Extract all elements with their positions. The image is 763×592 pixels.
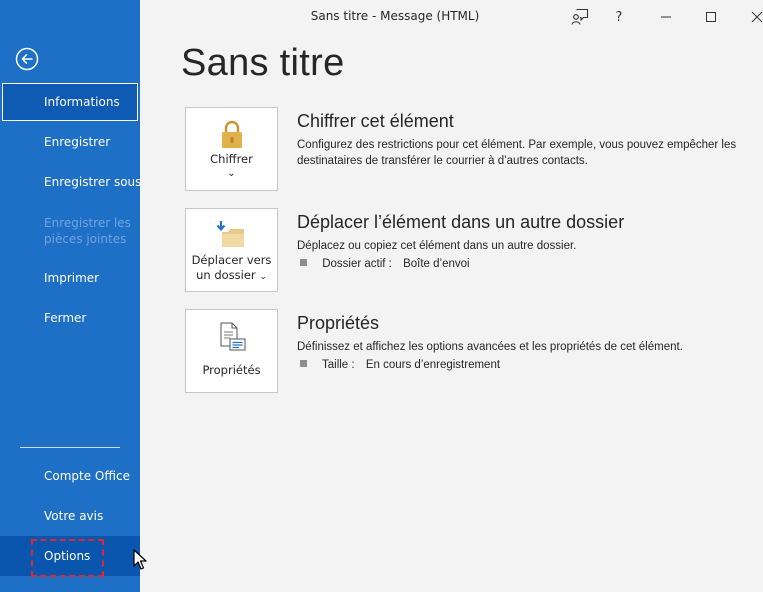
- sidebar-item-label: Votre avis: [44, 509, 104, 523]
- maximize-button[interactable]: [699, 5, 723, 29]
- size-value: En cours d’enregistrement: [365, 359, 501, 371]
- close-icon: [751, 11, 763, 23]
- sidebar-item-label: Enregistrer: [44, 135, 111, 149]
- sidebar-item-label: Compte Office: [44, 469, 130, 483]
- move-to-folder-button[interactable]: Déplacer vers un dossier ⌄: [185, 208, 278, 292]
- sidebar-item-enregistrer-pieces-jointes: Enregistrer les pièces jointes: [0, 207, 140, 255]
- person-comment-icon: [571, 8, 589, 25]
- encrypt-section-description: Configurez des restrictions pour cet élé…: [297, 139, 737, 167]
- move-button-label-line1: Déplacer vers: [191, 253, 272, 267]
- sidebar-item-options[interactable]: Options: [0, 536, 140, 576]
- properties-section-description: Définissez et affichez les options avanc…: [297, 341, 683, 353]
- coauthoring-button[interactable]: [568, 5, 592, 29]
- size-row: Taille : En cours d’enregistrement: [300, 359, 500, 371]
- back-arrow-icon: [15, 47, 39, 71]
- active-folder-row: Dossier actif : Boîte d’envoi: [300, 258, 470, 270]
- chevron-down-icon: ⌄: [227, 168, 236, 179]
- sidebar-item-label: Options: [44, 549, 91, 563]
- lock-icon: [221, 120, 242, 148]
- encrypt-button-label: Chiffrer: [210, 152, 253, 166]
- properties-button-label: Propriétés: [202, 363, 261, 377]
- sidebar-item-informations[interactable]: Informations: [2, 83, 138, 121]
- sidebar-item-label: Enregistrer les: [44, 216, 131, 230]
- sidebar-item-label: Imprimer: [44, 271, 100, 285]
- size-label: Taille :: [322, 359, 355, 371]
- sidebar-item-compte-office[interactable]: Compte Office: [0, 456, 140, 496]
- sidebar-divider: [20, 447, 120, 448]
- sidebar-item-label: Informations: [44, 95, 120, 109]
- bullet-icon: [300, 259, 307, 267]
- move-button-label-line2: un dossier: [196, 268, 256, 282]
- encrypt-button[interactable]: Chiffrer ⌄: [185, 107, 278, 191]
- sidebar-item-fermer[interactable]: Fermer: [0, 298, 140, 338]
- minimize-icon: [661, 16, 671, 18]
- encrypt-section-title: Chiffrer cet élément: [297, 111, 454, 131]
- sidebar-item-votre-avis[interactable]: Votre avis: [0, 496, 140, 536]
- window-title: Sans titre - Message (HTML): [310, 9, 480, 23]
- sidebar-item-enregistrer-sous[interactable]: Enregistrer sous: [0, 162, 142, 202]
- help-icon: ?: [615, 9, 623, 25]
- move-section-description: Déplacez ou copiez cet élément dans un a…: [297, 240, 577, 252]
- properties-section-title: Propriétés: [297, 313, 380, 333]
- active-folder-value: Boîte d’envoi: [403, 258, 470, 270]
- chevron-down-icon: ⌄: [259, 272, 267, 282]
- bullet-icon: [300, 360, 307, 368]
- properties-button[interactable]: Propriétés: [185, 309, 278, 393]
- backstage-sidebar: Informations Enregistrer Enregistrer sou…: [0, 0, 142, 592]
- move-section-title: Déplacer l’élément dans un autre dossier: [297, 212, 625, 232]
- minimize-button[interactable]: [654, 5, 678, 29]
- move-folder-icon: [216, 221, 244, 247]
- help-button[interactable]: ?: [607, 5, 631, 29]
- sidebar-item-enregistrer[interactable]: Enregistrer: [0, 122, 140, 162]
- back-button[interactable]: [15, 47, 39, 71]
- page-title: Sans titre: [181, 42, 345, 84]
- sidebar-item-label: Fermer: [44, 311, 87, 325]
- document-properties-icon: [220, 322, 245, 351]
- maximize-icon: [706, 12, 716, 22]
- mouse-cursor-icon: [133, 549, 147, 570]
- sidebar-item-imprimer[interactable]: Imprimer: [0, 258, 140, 298]
- active-folder-label: Dossier actif :: [322, 258, 392, 270]
- sidebar-item-label: pièces jointes: [44, 232, 127, 246]
- sidebar-item-label: Enregistrer sous: [44, 175, 142, 189]
- close-button[interactable]: [745, 5, 763, 29]
